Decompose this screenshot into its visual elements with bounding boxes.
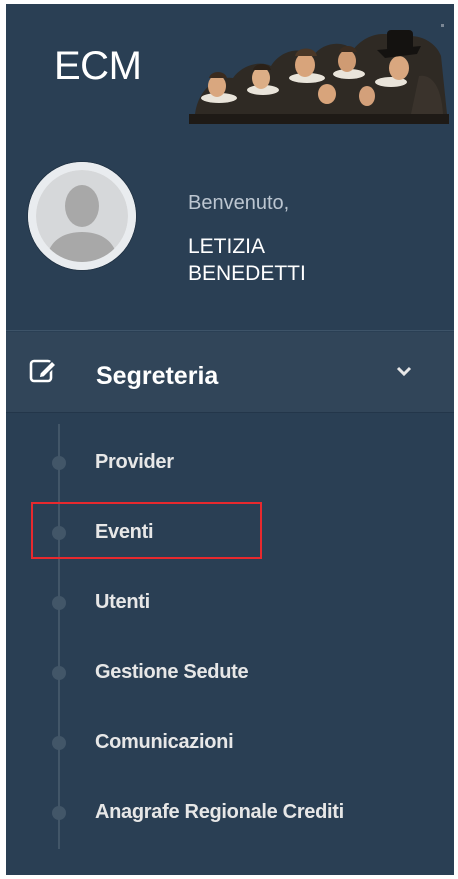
highlight-annotation [31,502,262,559]
user-first-name: LETIZIA [188,235,266,258]
submenu-item-label: Utenti [95,591,150,613]
bullet-dot [52,456,66,470]
submenu-item-anagrafe-regionale-crediti[interactable]: Anagrafe Regionale Crediti [6,789,454,833]
brand-title[interactable]: ECM [54,44,142,89]
user-last-name: BENEDETTI [188,262,306,285]
submenu-item-provider[interactable]: Provider [6,439,454,483]
submenu-item-label: Provider [95,451,174,473]
profile-divider [6,330,454,331]
user-name: LETIZIA BENEDETTI [188,233,388,287]
sidebar: ECM Benvenuto, LETIZIA BENEDETTI Segrete… [6,4,454,875]
submenu-timeline [58,424,60,849]
submenu-item-label: Gestione Sedute [95,661,249,683]
welcome-text: Benvenuto, [188,192,290,214]
bullet-dot [52,596,66,610]
bullet-dot [52,736,66,750]
user-silhouette-icon [28,162,136,270]
bullet-dot [52,806,66,820]
chevron-down-icon[interactable] [396,365,412,377]
submenu-item-label: Anagrafe Regionale Crediti [95,801,344,823]
submenu-item-label: Comunicazioni [95,731,234,753]
avatar[interactable] [28,162,136,270]
submenu-item-gestione-sedute[interactable]: Gestione Sedute [6,649,454,693]
submenu-item-utenti[interactable]: Utenti [6,579,454,623]
submenu: Provider Eventi Utenti Gestione Sedute C… [6,424,454,864]
menu-section-label: Segreteria [96,362,219,390]
user-profile: Benvenuto, LETIZIA BENEDETTI [6,149,454,309]
submenu-item-comunicazioni[interactable]: Comunicazioni [6,719,454,763]
brand-header: ECM [6,4,454,124]
painting-logo[interactable] [189,16,449,124]
menu-section-segreteria[interactable]: Segreteria [6,332,454,413]
edit-icon [29,359,58,383]
bullet-dot [52,666,66,680]
